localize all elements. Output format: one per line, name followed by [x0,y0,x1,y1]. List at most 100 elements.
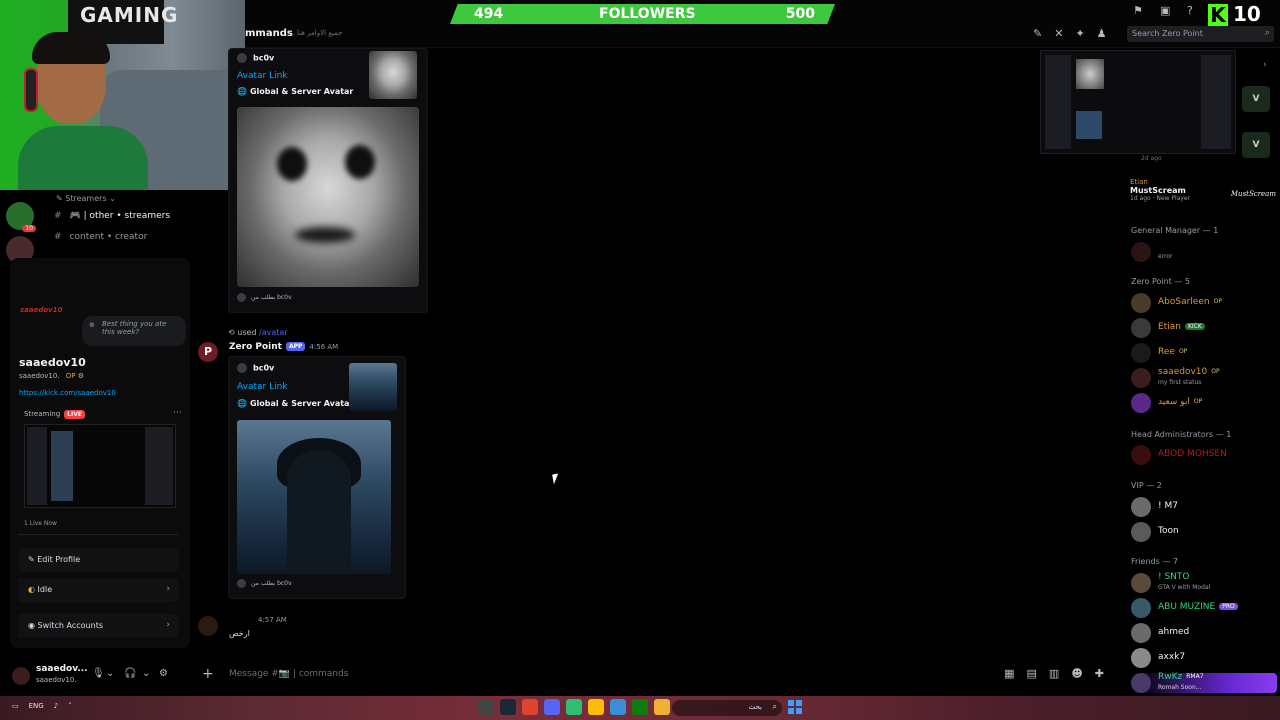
stream-preview-window[interactable]: 2d ago [1040,50,1236,162]
sticker-icon[interactable]: ▥ [1049,667,1059,680]
embed-thumbnail[interactable] [369,51,417,99]
avatar[interactable] [198,616,218,636]
member-row[interactable]: AboSarleen OP [1131,293,1277,313]
folder-app-icon[interactable] [654,699,670,715]
member-row[interactable]: ahmed [1131,623,1277,643]
channel-other-streamers[interactable]: # 🎮 | other • streamers [54,211,170,221]
chevron-down-icon: ⌄ [106,194,116,203]
stream-preview[interactable] [24,424,176,508]
member-row[interactable]: saaedov10 OP my first status [1131,367,1277,388]
chevron-down-icon[interactable]: ⌄ [142,668,150,679]
member-row[interactable]: Etian KICK [1131,318,1277,338]
member-list: Etian MustScream 1d ago · New Player Mus… [1122,170,1280,700]
member-row[interactable]: Toon [1131,522,1277,542]
chevron-down-icon[interactable]: ⌄ [106,668,114,679]
member-row[interactable]: ABOD MOHSEN [1131,445,1277,465]
member-name: Etian [1158,322,1181,332]
message-author: Zero Point APP 4:56 AM [229,342,338,352]
add-attachment-icon[interactable]: + [202,666,214,682]
embed-image[interactable] [237,420,391,574]
avatar [1131,293,1151,313]
member-row[interactable]: RwKz RMA7 Romah Soon... [1131,672,1277,693]
member-name: RwKz [1158,672,1183,682]
members-icon[interactable]: ♟ [1097,27,1107,40]
avatar [1131,318,1151,338]
member-row[interactable]: ابو سعيد OP [1131,393,1277,413]
notifications-icon[interactable]: ✕ [1054,27,1063,40]
embed-thumbnail[interactable] [349,363,397,411]
app-badge: APP [285,342,306,351]
avatar-link[interactable]: Avatar Link [237,71,288,81]
game-icon[interactable]: V [1242,132,1270,158]
edit-profile-button[interactable]: ✎ Edit Profile [18,548,178,572]
chrome-app-icon[interactable] [588,699,604,715]
switch-accounts-button[interactable]: ◉ Switch Accounts › [18,614,178,638]
battery-icon[interactable]: ▭ [12,702,19,710]
member-row[interactable]: ABU MUZINE PRO [1131,598,1277,618]
threads-icon[interactable]: ✎ [1033,27,1042,40]
member-name: ! SNTO [1158,572,1190,582]
channel-content-creator[interactable]: # content • creator [54,232,147,242]
role-header: Head Administrators — 1 [1131,430,1232,439]
avatar-embed: bc0v Avatar Link 🌐 Global & Server Avatar… [228,48,428,313]
help-icon[interactable]: ? [1187,4,1193,17]
member-row[interactable]: Ree OP [1131,343,1277,363]
gif-icon[interactable]: ▤ [1027,667,1037,680]
game-icon[interactable]: V [1242,86,1270,112]
headphones-icon[interactable]: 🎧 [124,668,136,679]
apps-icon[interactable]: ✚ [1095,667,1104,680]
member-row[interactable]: axxk7 [1131,648,1277,668]
member-row[interactable]: ! SNTO GTA V with Modal [1131,572,1277,593]
settings-gear-icon[interactable]: ⚙ [159,668,168,679]
spotify-app-icon[interactable] [566,699,582,715]
language-indicator[interactable]: ENG [29,702,44,710]
inbox-icon[interactable]: ⚑ [1133,4,1143,17]
avatar [1131,522,1151,542]
edit-profile-label: Edit Profile [37,555,81,564]
bot-name[interactable]: Zero Point [229,342,282,352]
embed-type: 🌐 Global & Server Avatar [237,399,353,408]
volume-icon[interactable]: ♪ [54,702,58,710]
member-row[interactable]: ! M7 [1131,497,1277,517]
taskbar-search[interactable]: بحث ⌕ [672,700,782,716]
followers-current: 494 [474,6,504,22]
search-icon: ⌕ [1264,28,1270,38]
brave-app-icon[interactable] [522,699,538,715]
xbox-app-icon[interactable] [632,699,648,715]
member-row[interactable]: error [1131,242,1277,262]
store-app-icon[interactable] [610,699,626,715]
custom-status-bubble[interactable]: ⊕ Best thing you ate this week? [82,316,186,346]
idle-status-button[interactable]: ◐ Idle › [18,578,178,602]
activity-card[interactable]: Etian MustScream 1d ago · New Player Mus… [1130,178,1276,202]
member-name-row: ABU MUZINE PRO [1158,602,1238,612]
member-name: Ree [1158,347,1175,357]
gift-icon[interactable]: ▦ [1004,667,1014,680]
mic-icon[interactable]: 🎙 [92,668,105,679]
windows-start-icon[interactable] [788,700,802,714]
embed-author-name: bc0v [253,53,275,63]
screen-icon[interactable]: ▣ [1160,4,1170,17]
channel-category[interactable]: ✎ Streamers ⌄ [56,194,116,203]
server-icon[interactable]: 10 [6,202,36,232]
pin-icon[interactable]: ✦ [1075,27,1084,40]
command-mention[interactable]: /avatar [259,328,288,337]
search-input[interactable]: Search Zero Point ⌕ [1127,26,1274,42]
more-options-icon[interactable]: ⋯ [173,408,182,418]
discord-app-icon[interactable] [544,699,560,715]
taskbar-apps [478,699,670,715]
emoji-icon[interactable]: ☻ [1071,667,1082,680]
embed-image[interactable] [237,107,419,287]
avatar[interactable] [12,667,30,685]
avatar-link[interactable]: Avatar Link [237,382,288,392]
avatar[interactable]: P [198,342,218,362]
message-input[interactable]: Message #📷 | commands [229,669,348,679]
member-name: ABOD MOHSEN [1158,449,1227,459]
member-name: ابو سعيد [1158,397,1190,407]
steam-app-icon[interactable] [500,699,516,715]
settings-app-icon[interactable] [478,699,494,715]
kick-badge: KICK [1184,323,1205,330]
profile-kick-link[interactable]: https://kick.com/saaedov10 [19,389,116,397]
followers-goal-bar: 494 FOLLOWERS 500 [450,4,835,24]
chevron-up-icon[interactable]: ˄ [68,702,72,710]
chevron-right-icon[interactable]: › [1263,60,1267,70]
